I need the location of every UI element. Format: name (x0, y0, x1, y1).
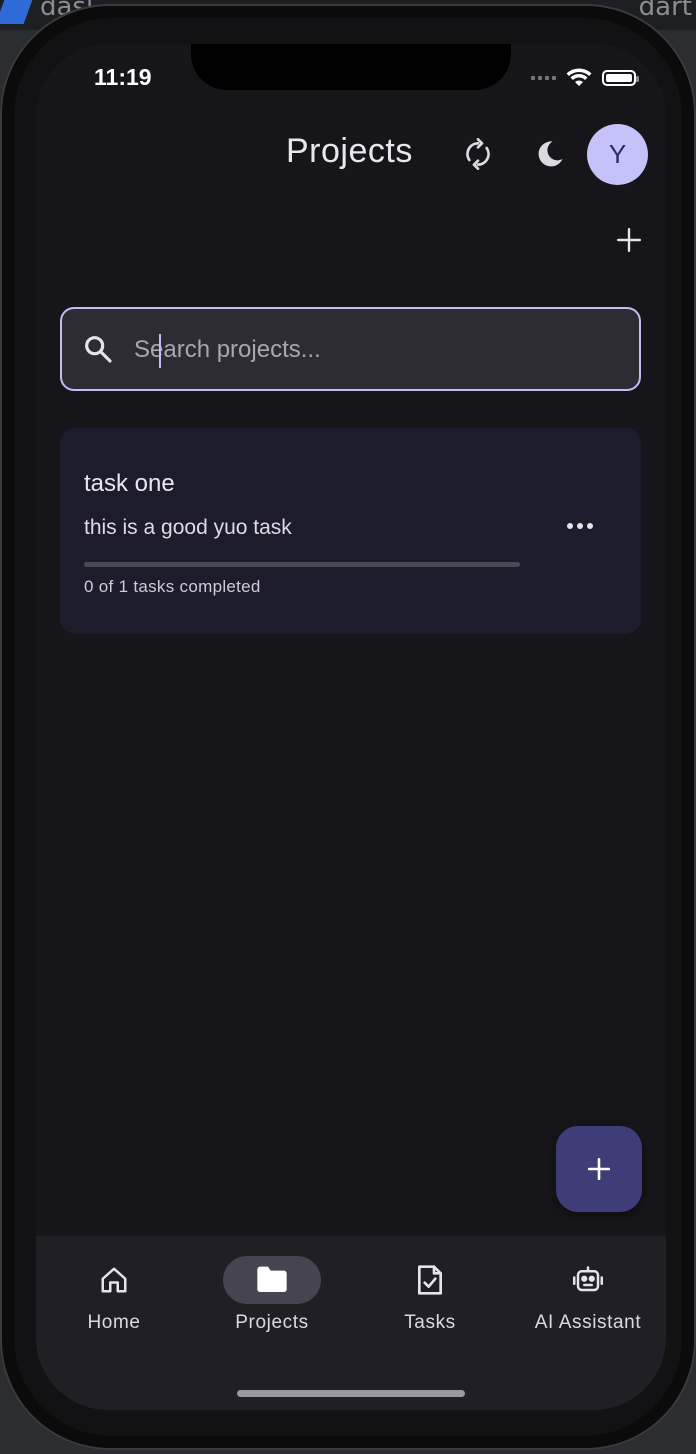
folder-icon (257, 1266, 287, 1292)
avatar[interactable]: Y (587, 124, 648, 185)
text-cursor (159, 334, 161, 368)
sync-button[interactable] (454, 130, 502, 178)
cellular-signal-icon (531, 76, 556, 80)
add-project-button[interactable] (605, 216, 653, 264)
app-screen: 11:19 Projects Y Search projects... task… (36, 44, 666, 1410)
home-indicator[interactable] (237, 1390, 465, 1397)
project-card[interactable]: task one this is a good yuo task 0 of 1 … (60, 428, 641, 634)
moon-icon (538, 141, 563, 167)
backdrop-file-text: dart (638, 0, 692, 22)
nav-indicator (65, 1256, 163, 1304)
search-input[interactable] (132, 323, 616, 377)
task-check-icon (418, 1265, 442, 1295)
nav-label: AI Assistant (534, 1312, 642, 1333)
nav-label: Home (87, 1312, 141, 1333)
project-more-button[interactable] (556, 508, 604, 544)
nav-indicator (539, 1256, 637, 1304)
project-description: this is a good yuo task (84, 516, 292, 539)
theme-toggle-button[interactable] (526, 130, 574, 178)
nav-indicator-active (223, 1256, 321, 1304)
ide-logo-icon (0, 0, 33, 24)
project-title: task one (84, 470, 175, 497)
project-progress-text: 0 of 1 tasks completed (84, 577, 261, 596)
add-project-fab[interactable] (556, 1126, 642, 1212)
robot-icon (573, 1266, 603, 1292)
plus-icon (587, 1157, 611, 1181)
more-horizontal-icon (567, 523, 593, 529)
bottom-navigation: Home Projects Tasks AI Assistant (36, 1236, 666, 1410)
nav-label: Projects (235, 1312, 309, 1333)
nav-label: Tasks (404, 1312, 456, 1333)
status-icons (531, 68, 639, 88)
nav-item-projects[interactable]: Projects (207, 1256, 337, 1334)
nav-item-home[interactable]: Home (49, 1256, 179, 1334)
status-time: 11:19 (94, 64, 152, 90)
nav-item-ai-assistant[interactable]: AI Assistant (522, 1256, 654, 1334)
nav-item-tasks[interactable]: Tasks (365, 1256, 495, 1334)
nav-indicator (381, 1256, 479, 1304)
project-progress-bar (84, 562, 520, 567)
search-box[interactable] (60, 307, 641, 391)
wifi-icon (566, 68, 592, 86)
plus-icon (616, 227, 642, 253)
notch (191, 44, 511, 90)
search-icon (82, 333, 114, 365)
home-icon (101, 1267, 127, 1293)
sync-icon (466, 138, 490, 170)
page-title: Projects (286, 132, 413, 170)
battery-icon (602, 70, 639, 86)
